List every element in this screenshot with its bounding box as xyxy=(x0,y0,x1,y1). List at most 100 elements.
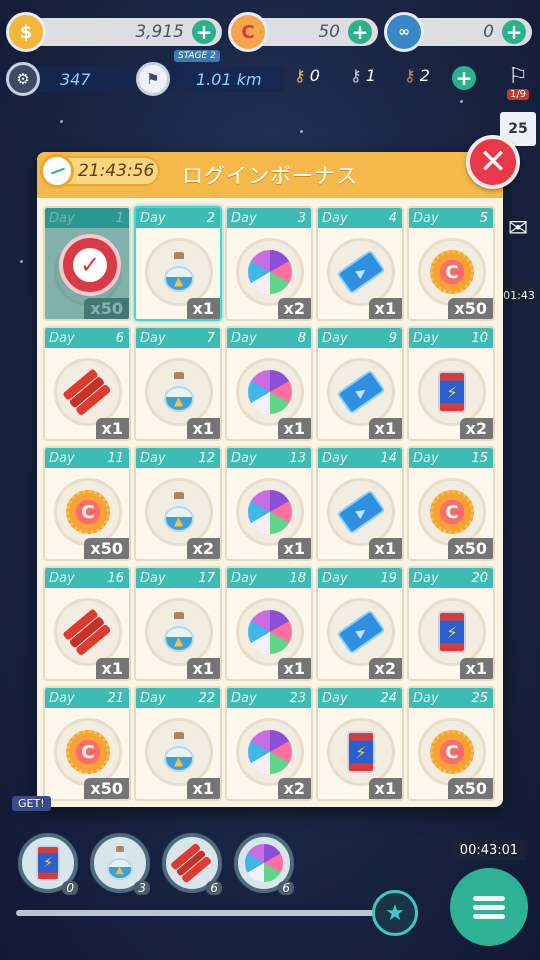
reward-quantity: x1 xyxy=(95,658,129,679)
menu-line xyxy=(473,913,505,919)
day-label: Day xyxy=(413,210,439,226)
add-gems-button[interactable]: + xyxy=(348,20,372,44)
day-reward-cell[interactable]: Day 8 x1 xyxy=(225,326,313,441)
reward-icon-frame: ▶ xyxy=(327,598,395,666)
day-reward-cell[interactable]: Day 20 ⚡ x1 xyxy=(407,566,495,681)
bronze-key-counter: ⚷ 2 xyxy=(404,66,430,85)
day-header: Day 15 xyxy=(409,448,493,468)
reward-icon-frame xyxy=(236,238,304,306)
add-coins-button[interactable]: + xyxy=(192,20,216,44)
checkmark-icon: ✓ xyxy=(59,234,121,296)
day-label: Day xyxy=(231,570,257,586)
day-number: 5 xyxy=(479,210,488,226)
day-label: Day xyxy=(140,690,166,706)
get-badge: GET! xyxy=(12,796,51,811)
day-header: Day 16 xyxy=(45,568,129,588)
day-label: Day xyxy=(231,210,257,226)
menu-line xyxy=(473,895,505,901)
day-label: Day xyxy=(413,450,439,466)
day-reward-cell[interactable]: Day 17 ▲ x1 xyxy=(134,566,222,681)
gem-value: 50 xyxy=(318,22,340,42)
day-header: Day 3 xyxy=(227,208,311,228)
reward-icon-frame xyxy=(236,358,304,426)
day-reward-cell[interactable]: Day 4 ▶ x1 xyxy=(316,206,404,321)
inventory-item[interactable]: ▲ 3 xyxy=(90,833,150,895)
day-number: 2 xyxy=(206,210,215,226)
day-reward-cell[interactable]: Day 9 ▶ x1 xyxy=(316,326,404,441)
day-number: 14 xyxy=(380,450,397,466)
reward-icon-frame xyxy=(236,478,304,546)
reward-quantity: x1 xyxy=(277,658,311,679)
day-reward-cell[interactable]: Day 2 ▲ x1 xyxy=(134,206,222,321)
day-number: 7 xyxy=(206,330,215,346)
distance-value: 1.01 km xyxy=(196,69,262,89)
settings-gear-icon[interactable]: ⚙ xyxy=(6,62,40,96)
day-number: 23 xyxy=(289,690,306,706)
add-tickets-button[interactable]: + xyxy=(502,20,526,44)
flag-icon: ⚐ xyxy=(508,64,528,89)
inventory-item[interactable]: 6 xyxy=(162,833,222,895)
close-button[interactable]: ✕ xyxy=(466,135,520,189)
day-number: 24 xyxy=(380,690,397,706)
day-number: 25 xyxy=(471,690,488,706)
day-number: 11 xyxy=(107,450,124,466)
reward-icon-frame: ⚡ xyxy=(418,358,486,426)
day-reward-cell[interactable]: Day 22 ▲ x1 xyxy=(134,686,222,801)
day-reward-cell[interactable]: Day 21 Cx50 xyxy=(43,686,131,801)
day-label: Day xyxy=(231,450,257,466)
stage-tag: STAGE 2 xyxy=(174,50,220,62)
event-flag-button[interactable]: ⚐ 1/9 xyxy=(500,62,536,102)
day-reward-cell[interactable]: Day 5 Cx50 xyxy=(407,206,495,321)
reward-icon-frame xyxy=(236,598,304,666)
day-number: 12 xyxy=(198,450,215,466)
gold-key-icon: ⚷ xyxy=(294,66,306,85)
close-icon: ✕ xyxy=(478,142,508,182)
favorite-star-button[interactable]: ★ xyxy=(372,890,418,936)
day-reward-cell[interactable]: Day 12 ▲ x2 xyxy=(134,446,222,561)
medal-icon: C xyxy=(428,248,476,296)
reward-icon-frame: ⚡ xyxy=(418,598,486,666)
ticket-icon: ▶ xyxy=(336,248,386,296)
side-timer-value: 01:43 xyxy=(503,288,535,302)
day-label: Day xyxy=(231,330,257,346)
day-reward-cell[interactable]: Day 3 x2 xyxy=(225,206,313,321)
day-reward-cell[interactable]: Day 16 x1 xyxy=(43,566,131,681)
ticket-icon: ▶ xyxy=(336,368,386,416)
day-reward-cell[interactable]: Day 25 Cx50 xyxy=(407,686,495,801)
reward-quantity: x1 xyxy=(459,658,493,679)
day-reward-cell[interactable]: Day 19 ▶ x2 xyxy=(316,566,404,681)
day-reward-cell[interactable]: Day 6 x1 xyxy=(43,326,131,441)
day-header: Day 23 xyxy=(227,688,311,708)
day-reward-cell[interactable]: Day 10 ⚡ x2 xyxy=(407,326,495,441)
medal-icon: C xyxy=(428,488,476,536)
reward-icon-frame: ▲ xyxy=(145,598,213,666)
bonus-grid: Day1Cx50✓Day2▲x1Day3x2Day4▶x1Day5Cx50Day… xyxy=(43,206,495,801)
add-keys-button[interactable]: + xyxy=(452,66,476,90)
reward-quantity: x2 xyxy=(459,418,493,439)
mail-icon[interactable]: ✉ xyxy=(500,214,536,242)
reward-icon-frame xyxy=(236,718,304,786)
day-number: 9 xyxy=(388,330,397,346)
day-reward-cell[interactable]: Day1Cx50✓ xyxy=(43,206,131,321)
inventory-item[interactable]: ⚡ 0 xyxy=(18,833,78,895)
reward-icon-frame: C xyxy=(54,478,122,546)
day-reward-cell[interactable]: Day 24 ⚡ x1 xyxy=(316,686,404,801)
ticket-icon: ▶ xyxy=(336,488,386,536)
day-reward-cell[interactable]: Day 18 x1 xyxy=(225,566,313,681)
day-reward-cell[interactable]: Day 7 ▲ x1 xyxy=(134,326,222,441)
day-reward-cell[interactable]: Day 11 Cx50 xyxy=(43,446,131,561)
day-number: 16 xyxy=(107,570,124,586)
reward-icon-frame: ▶ xyxy=(327,358,395,426)
day-number: 10 xyxy=(471,330,488,346)
reward-quantity: x1 xyxy=(368,418,402,439)
day-reward-cell[interactable]: Day 13 x1 xyxy=(225,446,313,561)
day-label: Day xyxy=(322,450,348,466)
silver-key-value: 1 xyxy=(365,66,376,85)
day-reward-cell[interactable]: Day 23 x2 xyxy=(225,686,313,801)
inventory-count: 6 xyxy=(206,881,222,895)
inventory-item[interactable]: 6 xyxy=(234,833,294,895)
day-reward-cell[interactable]: Day 14 ▶ x1 xyxy=(316,446,404,561)
clock-icon xyxy=(40,154,74,188)
day-reward-cell[interactable]: Day 15 Cx50 xyxy=(407,446,495,561)
main-menu-button[interactable] xyxy=(450,868,528,946)
